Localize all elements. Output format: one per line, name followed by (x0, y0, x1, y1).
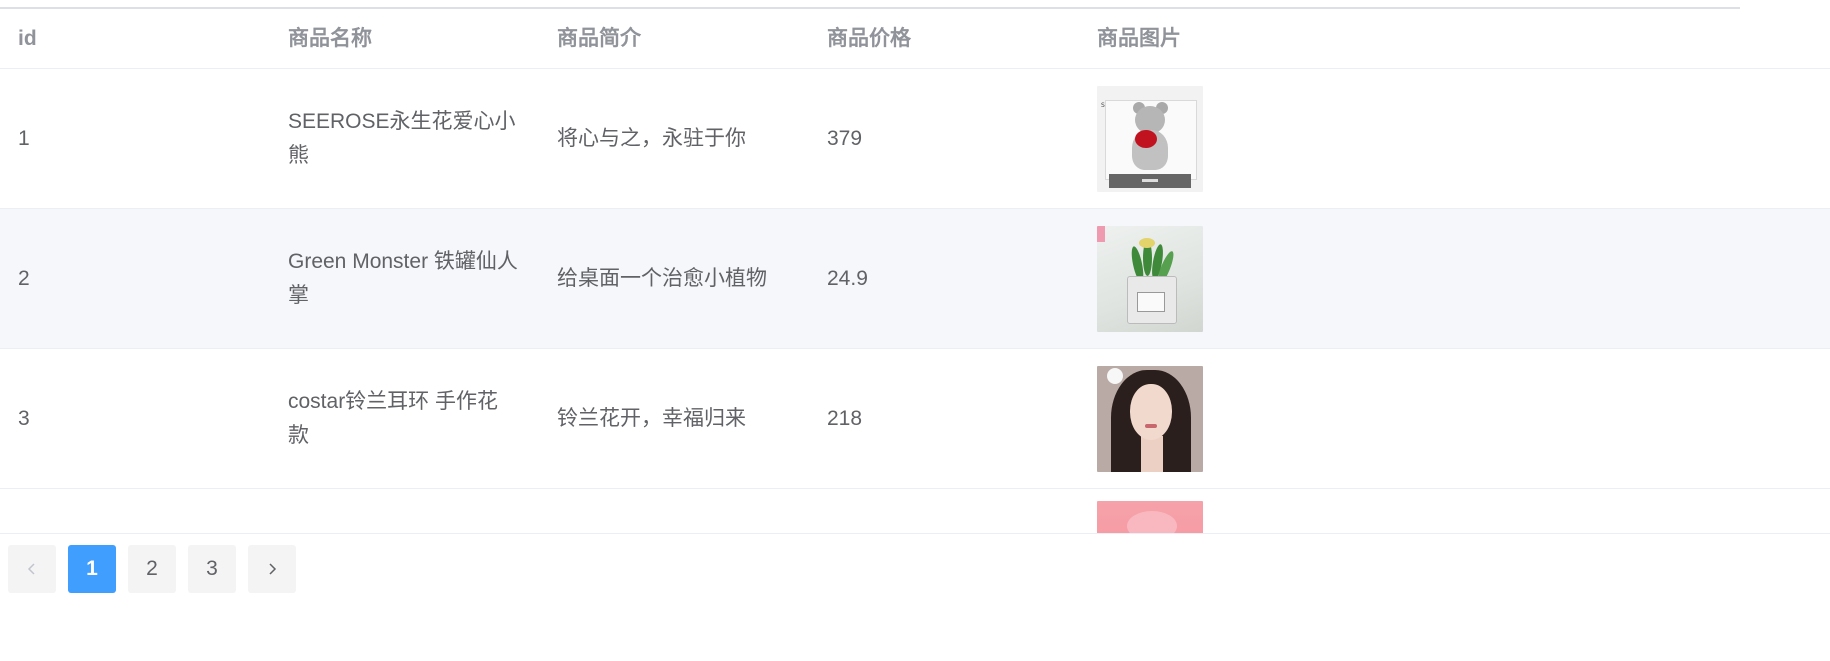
column-header-price[interactable]: 商品价格 (827, 9, 1077, 68)
page-button-3[interactable]: 3 (188, 545, 236, 593)
product-thumbnail-portrait[interactable] (1097, 365, 1203, 472)
cell-price: 218 (827, 406, 863, 430)
table-row[interactable]: 3 costar铃兰耳环 手作花款 铃兰花开，幸福归来 218 (0, 349, 1830, 489)
page-button-2[interactable]: 2 (128, 545, 176, 593)
cell-description: 给桌面一个治愈小植物 (557, 266, 767, 290)
table-row[interactable] (0, 489, 1830, 533)
cell-price (827, 489, 1077, 533)
cell-name: Green Monster 铁罐仙人掌 (288, 249, 518, 307)
product-thumbnail-pink-box[interactable] (1097, 501, 1203, 533)
product-table: id 商品名称 商品简介 商品价格 商品图片 1 SEEROSE永生花爱心小熊 … (0, 9, 1830, 534)
cell-id: 2 (18, 266, 30, 290)
cell-image (1097, 349, 1347, 488)
cell-image: SEEROSE (1097, 69, 1347, 208)
cell-id (18, 489, 268, 533)
product-thumbnail-cactus[interactable] (1097, 225, 1203, 332)
cell-description: 铃兰花开，幸福归来 (557, 406, 746, 430)
cell-name: costar铃兰耳环 手作花款 (288, 389, 499, 447)
next-page-button[interactable] (248, 545, 296, 593)
cell-price: 24.9 (827, 266, 868, 290)
cell-name (288, 489, 518, 533)
prev-page-button[interactable] (8, 545, 56, 593)
cell-price: 379 (827, 126, 863, 150)
cell-id: 3 (18, 406, 30, 430)
cell-description (557, 489, 807, 533)
pagination: 1 2 3 (8, 545, 296, 593)
column-header-description[interactable]: 商品简介 (557, 9, 807, 68)
cell-image (1097, 489, 1347, 533)
column-header-image[interactable]: 商品图片 (1097, 9, 1347, 68)
page-button-1[interactable]: 1 (68, 545, 116, 593)
cell-name: SEEROSE永生花爱心小熊 (288, 109, 516, 167)
cell-id: 1 (18, 126, 30, 150)
product-thumbnail-teddy-bear[interactable]: SEEROSE (1097, 85, 1203, 192)
cell-image (1097, 209, 1347, 348)
column-header-name[interactable]: 商品名称 (288, 9, 518, 68)
table-row[interactable]: 2 Green Monster 铁罐仙人掌 给桌面一个治愈小植物 24.9 (0, 209, 1830, 349)
table-row[interactable]: 1 SEEROSE永生花爱心小熊 将心与之，永驻于你 379 SEEROSE (0, 69, 1830, 209)
cell-description: 将心与之，永驻于你 (557, 126, 746, 150)
chevron-right-icon (269, 563, 277, 575)
table-header-row: id 商品名称 商品简介 商品价格 商品图片 (0, 9, 1830, 69)
column-header-id[interactable]: id (18, 9, 268, 68)
chevron-left-icon (27, 563, 35, 575)
